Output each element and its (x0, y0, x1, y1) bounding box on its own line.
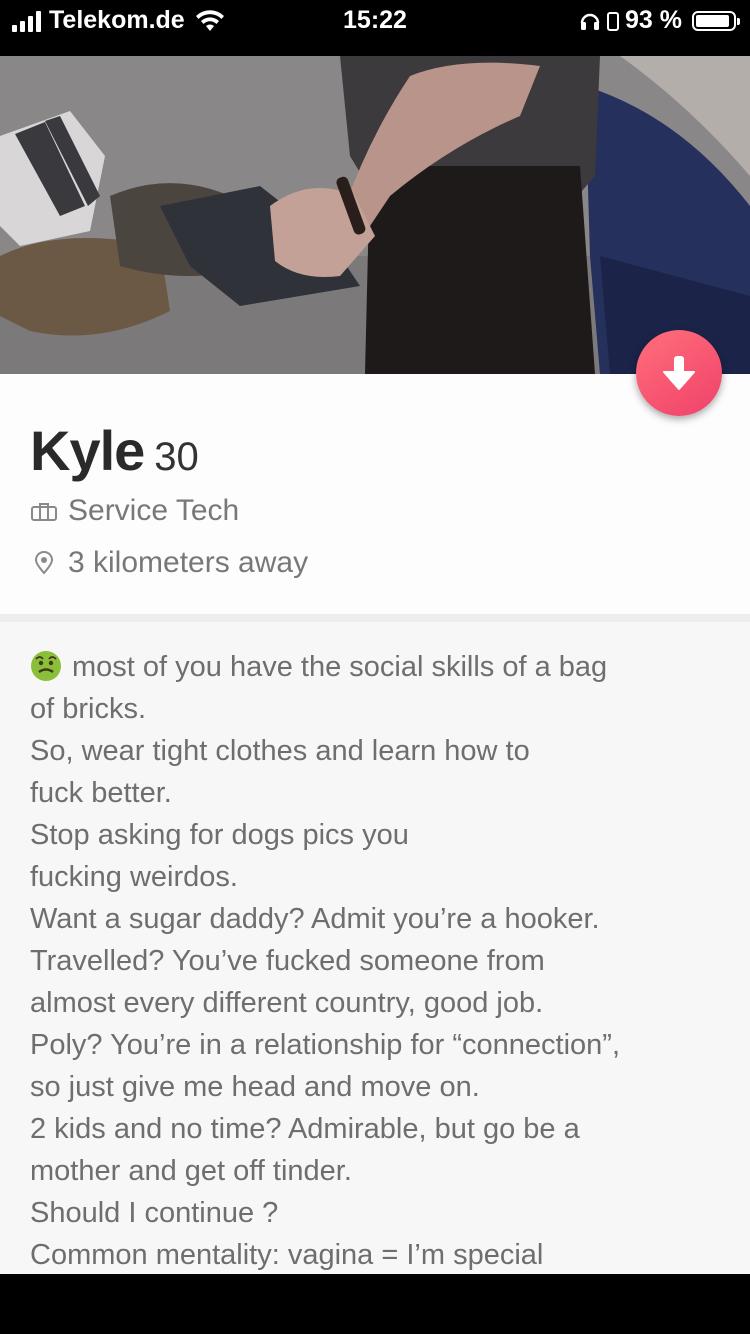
name-age-row: Kyle 30 (30, 418, 199, 483)
nauseated-face-icon (31, 651, 61, 681)
job-title: Service Tech (68, 494, 240, 527)
job-row: Service Tech (30, 494, 239, 528)
arrow-down-icon (663, 356, 695, 390)
bio-line: Stop asking for dogs pics you (30, 819, 409, 851)
bio-line: Want a sugar daddy? Admit you’re a hooke… (30, 903, 600, 935)
profile-card: Kyle 30 Service Tech 3 kilometers away mo… (0, 374, 750, 1274)
bio-line: fucking weirdos. (30, 861, 238, 893)
bio-line: Travelled? You’ve fucked someone from (30, 945, 545, 977)
bio-line: of bricks. (30, 693, 147, 725)
bio-text: most of you have the social skills of a … (30, 646, 730, 1274)
bio-line: Common mentality: vagina = I’m special (30, 1239, 544, 1271)
bio-line: Poly? You’re in a relationship for “conn… (30, 1029, 621, 1061)
bio-line: so just give me head and move on. (30, 1071, 480, 1103)
bio-line: 2 kids and no time? Admirable, but go be… (30, 1113, 580, 1145)
battery-percent: 93 % (625, 6, 682, 34)
status-bar: Telekom.de 15:22 93 % (0, 0, 750, 56)
profile-photo[interactable] (0, 56, 750, 374)
nope-button[interactable] (636, 330, 722, 416)
bottom-bar (0, 1274, 750, 1334)
headphones-icon (580, 13, 600, 30)
briefcase-icon (31, 503, 57, 521)
bio-line: mother and get off tinder. (30, 1155, 352, 1187)
bio-line: So, wear tight clothes and learn how to (30, 735, 530, 767)
distance-row: 3 kilometers away (30, 546, 308, 580)
distance-text: 3 kilometers away (68, 546, 309, 579)
location-pin-icon (34, 551, 54, 575)
battery-icon (692, 10, 740, 31)
orientation-lock-icon (607, 11, 620, 31)
bio-line: most of you have the social skills of a … (30, 646, 730, 688)
profile-name: Kyle (30, 419, 145, 482)
bio-line-text: most of you have the social skills of a … (72, 651, 608, 683)
bio-line: almost every different country, good job… (30, 987, 544, 1019)
photo-illustration (0, 56, 750, 374)
profile-age: 30 (154, 435, 199, 479)
bio-line: Should I continue ? (30, 1197, 279, 1229)
bio-line: fuck better. (30, 777, 172, 809)
